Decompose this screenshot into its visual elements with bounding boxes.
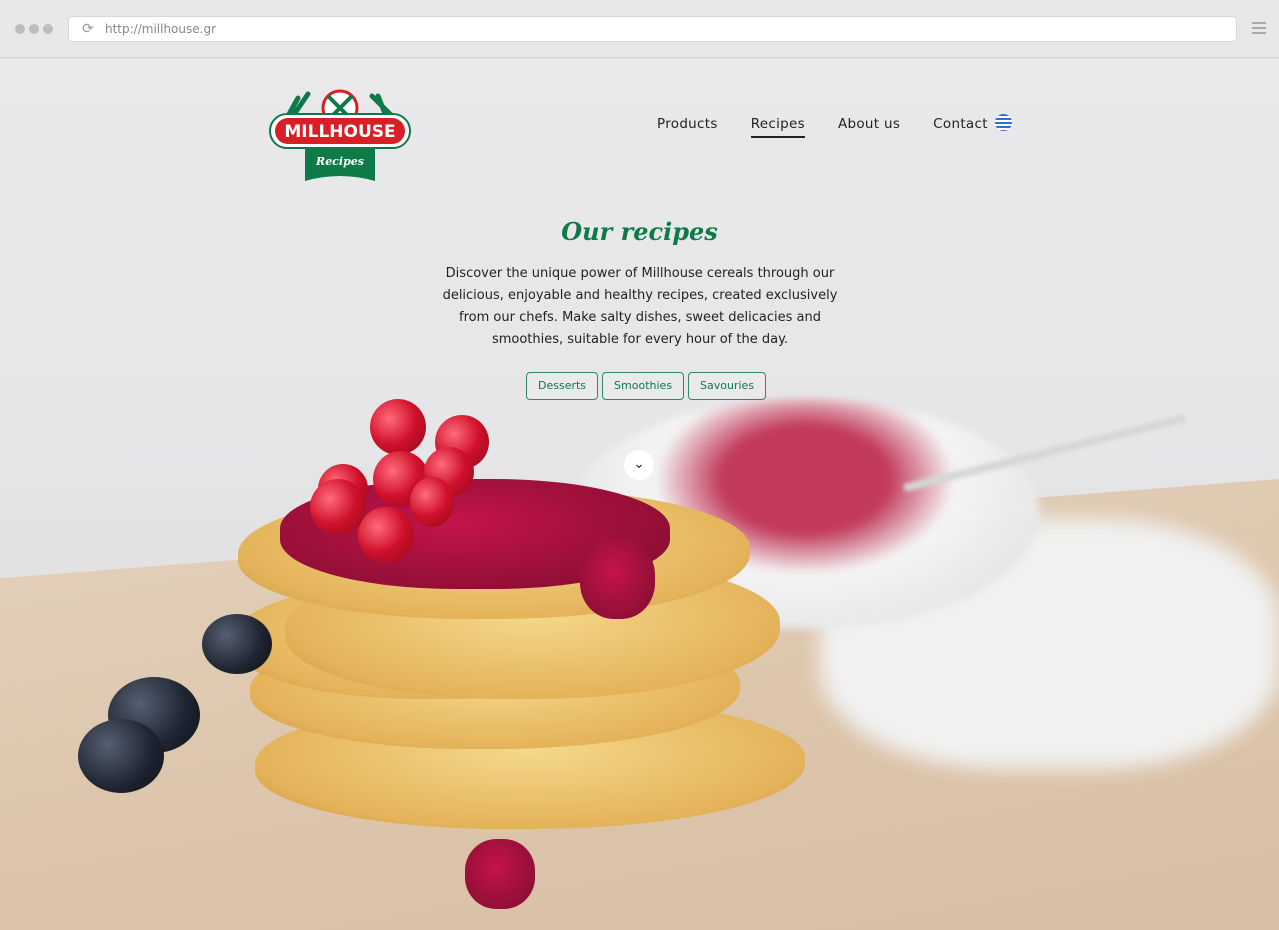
page-title: Our recipes — [561, 217, 718, 246]
tag-desserts[interactable]: Desserts — [526, 372, 599, 400]
hero-description: Discover the unique power of Millhouse c… — [442, 266, 838, 347]
hero-section: MILLHOUSE Recipes Products Recipes About… — [0, 59, 1279, 930]
tag-savouries[interactable]: Savouries — [688, 372, 767, 400]
chevron-down-icon: ⌄ — [633, 456, 645, 472]
main-nav: Products Recipes About us Contact — [657, 116, 988, 138]
nav-recipes[interactable]: Recipes — [750, 116, 805, 138]
scroll-down-button[interactable]: ⌄ — [624, 450, 654, 480]
nav-contact[interactable]: Contact — [933, 116, 988, 138]
greek-flag-icon[interactable] — [995, 114, 1012, 131]
url-text: http://millhouse.gr — [105, 22, 217, 36]
millhouse-recipes-logo[interactable]: MILLHOUSE Recipes — [268, 86, 412, 182]
nav-about-us[interactable]: About us — [838, 116, 900, 138]
window-close-dot[interactable] — [15, 24, 25, 34]
category-filters: Desserts Smoothies Savouries — [526, 372, 767, 400]
tag-smoothies[interactable]: Smoothies — [602, 372, 685, 400]
address-bar[interactable]: ⟳ http://millhouse.gr — [68, 16, 1237, 42]
window-minimize-dot[interactable] — [29, 24, 39, 34]
window-zoom-dot[interactable] — [43, 24, 53, 34]
browser-chrome: ⟳ http://millhouse.gr — [0, 0, 1279, 58]
logo-text: MILLHOUSE — [284, 122, 395, 142]
logo-subtitle: Recipes — [315, 155, 364, 168]
nav-products[interactable]: Products — [657, 116, 718, 138]
browser-menu-icon[interactable] — [1252, 22, 1266, 37]
reload-icon[interactable]: ⟳ — [82, 21, 94, 37]
